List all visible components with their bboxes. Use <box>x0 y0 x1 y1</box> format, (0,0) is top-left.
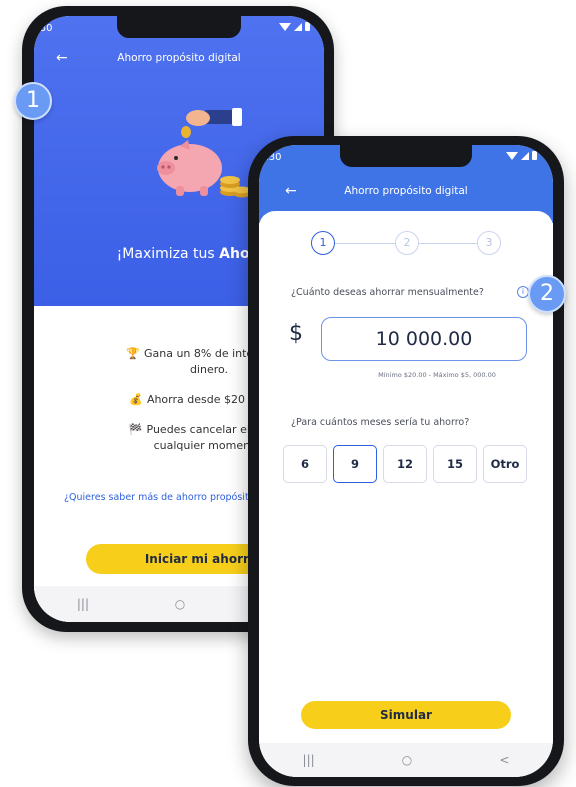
learn-more-link[interactable]: ¿Quieres saber más de ahorro propósito <box>64 492 254 503</box>
month-option-12[interactable]: 12 <box>383 445 427 483</box>
status-icons <box>279 22 310 31</box>
status-time: 2:30 <box>34 23 53 34</box>
signal-icon <box>294 22 302 31</box>
phone-2-screen: 2:30 ← Ahorro propósito digital 1 2 3 ¿C… <box>259 145 553 777</box>
trophy-icon: 🏆 <box>126 347 140 360</box>
month-option-other[interactable]: Otro <box>483 445 527 483</box>
month-option-6[interactable]: 6 <box>283 445 327 483</box>
recents-icon[interactable]: ||| <box>77 597 89 611</box>
months-selector: 6 9 12 15 Otro <box>283 445 527 483</box>
benefit-text: dinero. <box>189 363 229 376</box>
step-connector <box>335 243 395 244</box>
money-bag-icon: 💰 <box>129 393 143 406</box>
camera-notch <box>340 145 472 167</box>
progress-stepper: 1 2 3 <box>311 231 501 257</box>
month-option-15[interactable]: 15 <box>433 445 477 483</box>
amount-question: ¿Cuánto deseas ahorrar mensualmente? <box>291 287 484 298</box>
currency-symbol: $ <box>289 321 303 346</box>
android-nav-bar: ||| ○ < <box>259 743 553 777</box>
status-time: 2:30 <box>259 152 282 163</box>
signal-icon <box>521 151 529 160</box>
battery-icon <box>532 151 537 160</box>
home-icon[interactable]: ○ <box>402 753 412 767</box>
checkered-flag-icon: 🏁 <box>128 423 143 436</box>
headline-text: ¡Maximiza tus <box>116 246 220 262</box>
step-badge-2: 2 <box>528 275 566 313</box>
simulate-button[interactable]: Simular <box>301 701 511 729</box>
back-nav-icon[interactable]: < <box>499 753 509 767</box>
screen-title: Ahorro propósito digital <box>117 52 241 64</box>
step-badge-1: 1 <box>14 82 52 120</box>
month-option-9[interactable]: 9 <box>333 445 377 483</box>
battery-icon <box>305 22 310 31</box>
status-icons <box>506 151 537 160</box>
step-2: 2 <box>395 231 419 255</box>
months-question: ¿Para cuántos meses sería tu ahorro? <box>291 417 470 428</box>
screen-title: Ahorro propósito digital <box>344 185 468 197</box>
recents-icon[interactable]: ||| <box>303 753 315 767</box>
camera-notch <box>117 16 241 38</box>
step-1: 1 <box>311 231 335 255</box>
step-3: 3 <box>477 231 501 255</box>
piggy-bank-illustration <box>142 102 252 202</box>
wifi-icon <box>279 22 291 31</box>
step-connector <box>419 243 477 244</box>
wifi-icon <box>506 151 518 160</box>
home-icon[interactable]: ○ <box>175 597 185 611</box>
phone-2-frame: 2:30 ← Ahorro propósito digital 1 2 3 ¿C… <box>248 136 564 786</box>
amount-range-hint: Mínimo $20.00 - Máximo $5, 000.00 <box>378 371 496 379</box>
amount-input[interactable]: 10 000.00 <box>321 317 527 361</box>
